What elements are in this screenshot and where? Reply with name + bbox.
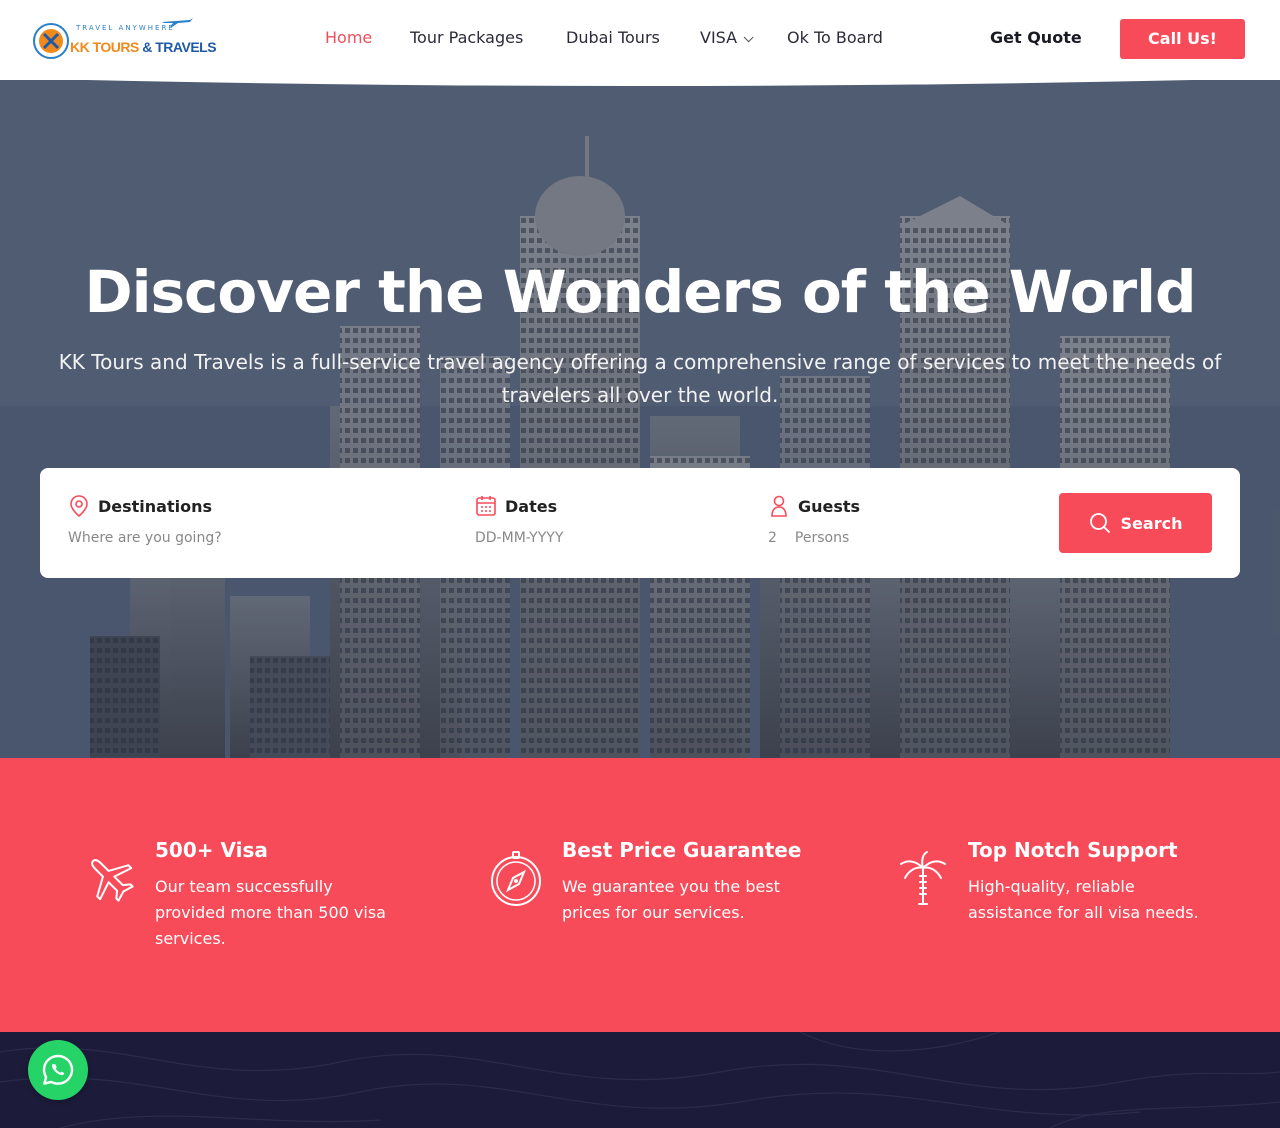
hero-section: Discover the Wonders of the World KK Tou… [0, 76, 1280, 758]
whatsapp-button[interactable] [28, 1040, 88, 1100]
guests-label: Guests [768, 494, 860, 518]
destinations-input[interactable]: Where are you going? [68, 530, 222, 546]
feature-text: We guarantee you the best prices for our… [562, 877, 780, 922]
chevron-down-icon [743, 32, 754, 43]
guests-count: 2 [768, 530, 777, 546]
destinations-label: Destinations [68, 494, 222, 518]
hero-subtitle: KK Tours and Travels is a full-service t… [58, 350, 1222, 407]
nav-item-home[interactable]: Home [325, 28, 372, 47]
topographic-pattern [0, 1032, 1280, 1128]
feature-text: High-quality, reliable assistance for al… [968, 877, 1199, 922]
nav-item-ok-to-board[interactable]: Ok To Board [787, 28, 883, 47]
feature-title: Top Notch Support [968, 838, 1178, 862]
feature-text: Our team successfully provided more than… [155, 877, 386, 948]
site-header: TRAVEL ANYWHERE KK TOURS & TRAVELS Home … [0, 0, 1280, 80]
nav-item-tour-packages[interactable]: Tour Packages [410, 28, 523, 47]
hero-overlay [0, 76, 1280, 758]
search-icon [1089, 513, 1110, 533]
dates-input[interactable]: DD-MM-YYYY [475, 530, 563, 546]
guests-label-text: Guests [798, 496, 861, 516]
search-button-label: Search [1120, 513, 1183, 533]
guests-field[interactable]: Guests 2 Persons [768, 494, 860, 546]
palm-tree-icon [900, 851, 946, 905]
search-button[interactable]: Search [1059, 493, 1212, 553]
call-us-button[interactable]: Call Us! [1120, 19, 1245, 59]
destinations-label-text: Destinations [98, 496, 213, 516]
dates-label: Dates [475, 494, 563, 518]
guests-unit: Persons [794, 530, 850, 546]
airplane-icon [91, 859, 134, 902]
whatsapp-icon [42, 1054, 74, 1085]
nav-item-dubai-tours[interactable]: Dubai Tours [566, 28, 660, 47]
destinations-field[interactable]: Destinations Where are you going? [68, 494, 222, 546]
dates-field[interactable]: Dates DD-MM-YYYY [475, 494, 563, 546]
main-nav: Home Tour Packages Dubai Tours VISA Ok T… [0, 28, 1280, 52]
get-quote-link[interactable]: Get Quote [990, 28, 1082, 47]
nav-item-visa[interactable]: VISA [700, 28, 754, 47]
dates-label-text: Dates [505, 496, 558, 516]
hero-title: Discover the Wonders of the World [84, 258, 1196, 326]
location-pin-icon [70, 495, 88, 518]
compass-icon [491, 851, 541, 906]
feature-title: 500+ Visa [155, 838, 268, 862]
calendar-icon [476, 496, 496, 516]
dark-section [0, 1032, 1280, 1128]
search-box: Destinations Where are you going? Dates … [40, 468, 1240, 578]
guests-input[interactable]: 2 Persons [768, 530, 860, 546]
nav-item-visa-label: VISA [700, 28, 738, 47]
person-icon [771, 495, 787, 517]
features-section: 500+ Visa Our team successfully provided… [0, 758, 1280, 1032]
feature-title: Best Price Guarantee [562, 838, 802, 862]
